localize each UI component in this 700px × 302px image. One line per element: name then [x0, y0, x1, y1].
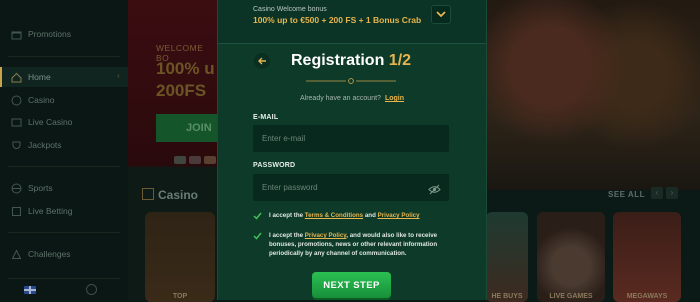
sidebar-item-label: Home [28, 72, 51, 82]
privacy-policy-link[interactable]: Privacy Policy [305, 232, 347, 239]
payment-icon [189, 156, 201, 164]
sidebar-item-label: Promotions [28, 29, 71, 39]
game-tile[interactable]: TOP [145, 212, 215, 302]
carousel-prev-icon[interactable]: ‹ [651, 187, 663, 199]
sidebar-item-live-casino[interactable]: Live Casino [0, 112, 128, 132]
terms-consent: I accept the Terms & Conditions and Priv… [253, 211, 453, 223]
sidebar-item-label: Challenges [28, 249, 71, 259]
casino-section-title: Casino [142, 188, 198, 202]
marketing-checkbox[interactable] [253, 231, 262, 240]
marketing-consent: I accept the Privacy Policy, and would a… [253, 231, 453, 269]
login-link[interactable]: Login [385, 95, 404, 102]
game-tile-label: HE BUYS [491, 293, 523, 300]
terms-checkbox[interactable] [253, 211, 262, 220]
bonus-selector[interactable]: Casino Welcome bonus 100% up to €500 + 2… [218, 0, 486, 44]
sidebar-item-label: Sports [28, 183, 53, 193]
support-icon[interactable] [86, 284, 97, 295]
sidebar-item-sports[interactable]: Sports [0, 178, 128, 198]
bonus-value: 100% up to €500 + 200 FS + 1 Bonus Crab [253, 15, 422, 25]
sidebar-item-live-betting[interactable]: Live Betting [0, 201, 128, 221]
sidebar-item-label: Casino [28, 95, 55, 105]
divider [8, 56, 120, 57]
payment-icon [204, 156, 216, 164]
arrow-left-icon [257, 57, 266, 65]
gift-icon [11, 29, 22, 40]
home-icon [11, 72, 22, 83]
marketing-consent-text: I accept the Privacy Policy, and would a… [269, 231, 453, 258]
hero-artwork [485, 0, 700, 190]
sidebar-item-challenges[interactable]: Challenges [0, 244, 128, 264]
language-flag-icon[interactable] [24, 286, 36, 294]
privacy-policy-link[interactable]: Privacy Policy [378, 212, 420, 219]
email-field[interactable] [253, 125, 431, 152]
game-tile-label: MEGAWAYS [626, 293, 668, 300]
sidebar-item-promotions[interactable]: Promotions [0, 24, 128, 44]
game-tile-label: LIVE GAMES [549, 293, 593, 300]
password-label: PASSWORD [253, 162, 296, 169]
login-prompt-text: Already have an account? [299, 95, 381, 102]
casino-section-label: Casino [158, 188, 199, 202]
back-button[interactable] [254, 53, 270, 69]
divider [8, 278, 120, 279]
sidebar-item-label: Live Betting [28, 206, 73, 216]
payment-icon [174, 156, 186, 164]
see-all-link[interactable]: SEE ALL [608, 190, 645, 199]
collapse-sidebar-icon[interactable]: ‹ [117, 71, 125, 80]
consent-text: I accept the [269, 212, 304, 219]
promo-headline: 100% u 200FS [156, 58, 215, 102]
sidebar-item-jackpots[interactable]: Jackpots [0, 135, 128, 155]
consent-text: I accept the [269, 232, 304, 239]
registration-modal: Casino Welcome bonus 100% up to €500 + 2… [217, 0, 487, 300]
registration-title: Registration 1/2 [291, 52, 411, 70]
eye-off-icon[interactable] [428, 182, 441, 195]
live-casino-icon [11, 117, 22, 128]
sidebar-item-home[interactable]: Home [0, 67, 128, 87]
next-step-button[interactable]: NEXT STEP [312, 272, 391, 298]
game-tile[interactable]: HE BUYS [486, 212, 528, 302]
terms-consent-text: I accept the Terms & Conditions and Priv… [269, 211, 453, 220]
challenges-icon [11, 248, 22, 260]
game-tile[interactable]: LIVE GAMES [537, 212, 605, 302]
promo-headline-line: 200FS [156, 81, 207, 100]
password-field-wrapper [252, 173, 450, 202]
join-button[interactable]: JOIN [156, 114, 218, 142]
registration-title-text: Registration [291, 52, 385, 69]
title-ornament-icon [306, 78, 396, 84]
divider [8, 232, 120, 233]
sidebar-item-casino[interactable]: Casino [0, 90, 128, 110]
carousel-next-icon[interactable]: › [666, 187, 678, 199]
game-tile-label: TOP [172, 293, 188, 300]
password-field[interactable] [253, 174, 431, 201]
jackpot-icon [11, 140, 22, 151]
live-betting-icon [11, 206, 22, 217]
terms-link[interactable]: Terms & Conditions [305, 212, 363, 219]
sidebar-item-label: Live Casino [28, 117, 73, 127]
email-field-wrapper [252, 124, 450, 153]
check-icon [253, 212, 262, 220]
sidebar-item-label: Jackpots [28, 140, 62, 150]
bonus-label: Casino Welcome bonus [253, 6, 327, 13]
consent-text: and [364, 212, 376, 219]
email-label: E-MAIL [253, 114, 279, 121]
registration-step: 1/2 [388, 52, 412, 69]
chevron-down-icon[interactable] [431, 5, 451, 24]
divider [8, 166, 120, 167]
sports-icon [11, 183, 22, 194]
promo-headline-line: 100% u [156, 59, 215, 78]
check-icon [253, 232, 262, 240]
sidebar: Promotions Home Casino Live Casino Jackp… [0, 0, 129, 300]
login-prompt: Already have an account? Login [218, 95, 486, 102]
casino-section-icon [142, 188, 154, 200]
game-tile[interactable]: MEGAWAYS [613, 212, 681, 302]
casino-icon [11, 95, 22, 106]
